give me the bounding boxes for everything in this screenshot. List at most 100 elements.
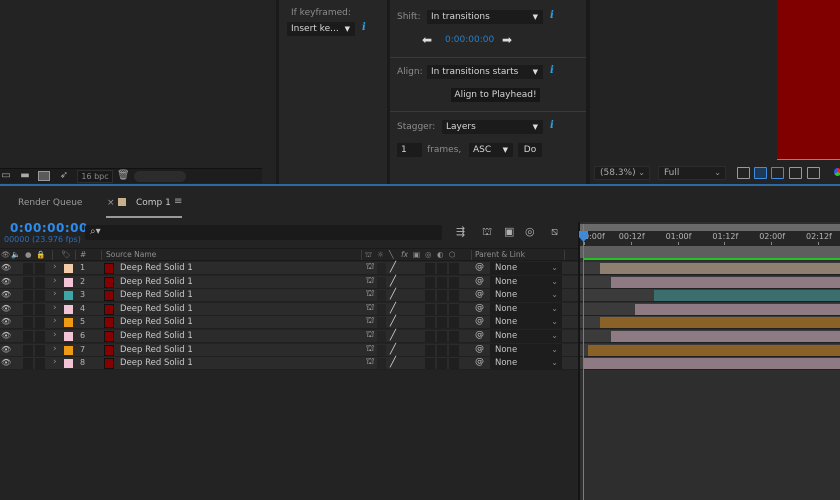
close-icon[interactable]: ×: [107, 198, 115, 208]
shift-left-arrow-icon[interactable]: ⬅: [422, 33, 432, 47]
pick-whip-icon[interactable]: @: [475, 289, 484, 299]
pick-whip-icon[interactable]: @: [475, 276, 484, 286]
composition-mini-flowchart-icon[interactable]: ⇶: [456, 226, 465, 238]
frame-blend-switch[interactable]: [425, 263, 435, 274]
current-time-display[interactable]: 0:00:00:00: [10, 221, 88, 235]
expand-chevron-icon[interactable]: ›: [53, 330, 57, 340]
effects-header-icon[interactable]: fx: [401, 250, 408, 259]
3d-layer-switch[interactable]: [449, 304, 459, 315]
lock-icon[interactable]: 🔒: [36, 250, 45, 259]
collapse-switch[interactable]: [377, 304, 386, 315]
bit-depth-button[interactable]: 16 bpc: [77, 170, 113, 183]
frame-blend-header-icon[interactable]: ▣: [413, 250, 420, 259]
expand-chevron-icon[interactable]: ›: [53, 289, 57, 299]
collapse-header-icon[interactable]: ☼: [377, 250, 384, 259]
solo-switch[interactable]: [23, 358, 33, 369]
layer-row[interactable]: 👁 › 3 Deep Red Solid 1 ⛫ ╱ @ None ⌄: [0, 289, 578, 302]
fast-previews-icon[interactable]: [737, 167, 750, 179]
label-color-swatch[interactable]: [64, 318, 73, 327]
solo-switch[interactable]: [23, 317, 33, 328]
composition-canvas[interactable]: [777, 0, 840, 160]
stagger-frames-input[interactable]: 1: [397, 143, 422, 157]
solo-switch[interactable]: [23, 345, 33, 356]
pick-whip-icon[interactable]: @: [475, 330, 484, 340]
label-tag-icon[interactable]: 🏷: [61, 250, 71, 259]
pick-whip-icon[interactable]: @: [475, 344, 484, 354]
3d-layer-switch[interactable]: [449, 331, 459, 342]
collapse-switch[interactable]: [377, 345, 386, 356]
info-icon[interactable]: i: [550, 120, 554, 131]
layer-name[interactable]: Deep Red Solid 1: [120, 263, 193, 273]
layer-name[interactable]: Deep Red Solid 1: [120, 277, 193, 287]
frame-blend-switch[interactable]: [425, 290, 435, 301]
transparency-grid-icon[interactable]: [754, 167, 767, 179]
layer-name[interactable]: Deep Red Solid 1: [120, 304, 193, 314]
layer-duration-bar[interactable]: [654, 290, 840, 301]
shy-switch-icon[interactable]: ⛫: [366, 303, 374, 314]
3d-layer-switch[interactable]: [449, 317, 459, 328]
motion-blur-switch[interactable]: [437, 304, 447, 315]
visibility-eye-icon[interactable]: 👁: [1, 331, 11, 340]
quality-switch-icon[interactable]: ╱: [390, 262, 396, 274]
expand-chevron-icon[interactable]: ›: [53, 344, 57, 354]
motion-blur-switch[interactable]: [437, 277, 447, 288]
tab-comp-1[interactable]: Comp 1: [136, 198, 171, 208]
shy-switch-icon[interactable]: ⛫: [366, 357, 374, 368]
parent-dropdown[interactable]: None ⌄: [490, 330, 562, 343]
time-ruler[interactable]: 0:00f 00:12f 01:00f 01:12f 02:00f 02:12f: [580, 231, 840, 246]
info-icon[interactable]: i: [362, 22, 366, 33]
collapse-switch[interactable]: [377, 263, 386, 274]
solo-switch[interactable]: [23, 290, 33, 301]
pick-whip-icon[interactable]: @: [475, 303, 484, 313]
collapse-switch[interactable]: [377, 277, 386, 288]
3d-layer-switch[interactable]: [449, 263, 459, 274]
label-color-swatch[interactable]: [64, 305, 73, 314]
layer-row[interactable]: 👁 › 7 Deep Red Solid 1 ⛫ ╱ @ None ⌄: [0, 344, 578, 357]
frame-blend-switch[interactable]: [425, 317, 435, 328]
label-color-swatch[interactable]: [64, 359, 73, 368]
resolution-dropdown[interactable]: Full ⌄: [658, 166, 726, 180]
layer-row[interactable]: 👁 › 4 Deep Red Solid 1 ⛫ ╱ @ None ⌄: [0, 303, 578, 316]
3d-layer-switch[interactable]: [449, 290, 459, 301]
pick-whip-icon[interactable]: @: [475, 262, 484, 272]
parent-dropdown[interactable]: None ⌄: [490, 262, 562, 275]
frame-blending-icon[interactable]: ▣: [504, 226, 514, 238]
3d-layer-switch[interactable]: [449, 277, 459, 288]
layer-duration-bar[interactable]: [584, 358, 840, 369]
motion-blur-switch[interactable]: [437, 317, 447, 328]
pick-whip-icon[interactable]: @: [475, 357, 484, 367]
frame-blend-switch[interactable]: [425, 331, 435, 342]
layer-name[interactable]: Deep Red Solid 1: [120, 331, 193, 341]
magnification-dropdown[interactable]: (58.3%) ⌄: [594, 166, 650, 180]
layer-duration-bar[interactable]: [611, 277, 840, 288]
shift-dropdown[interactable]: In transitions ▼: [427, 10, 543, 24]
label-color-swatch[interactable]: [64, 278, 73, 287]
3d-layer-switch[interactable]: [449, 345, 459, 356]
motion-blur-switch[interactable]: [437, 358, 447, 369]
visibility-eye-icon[interactable]: 👁: [1, 345, 11, 354]
do-button[interactable]: Do: [518, 143, 542, 157]
quality-switch-icon[interactable]: ╱: [390, 330, 396, 342]
visibility-eye-icon[interactable]: 👁: [1, 317, 11, 326]
layer-search-input[interactable]: ⌕▾: [85, 225, 442, 240]
stagger-dropdown[interactable]: Layers ▼: [442, 120, 543, 134]
info-icon[interactable]: i: [550, 10, 554, 21]
project-scrollbar[interactable]: [134, 171, 186, 182]
shift-right-arrow-icon[interactable]: ➡: [502, 33, 512, 47]
shy-switch-icon[interactable]: ⛫: [366, 316, 374, 327]
lock-switch[interactable]: [35, 304, 45, 315]
frame-blend-switch[interactable]: [425, 277, 435, 288]
visibility-eye-icon[interactable]: 👁: [1, 304, 11, 313]
info-icon[interactable]: i: [550, 65, 554, 76]
shy-switch-icon[interactable]: ⛫: [366, 289, 374, 300]
playhead-handle-icon[interactable]: [578, 231, 589, 243]
quality-switch-icon[interactable]: ╱: [390, 344, 396, 356]
motion-blur-switch[interactable]: [437, 331, 447, 342]
layer-name[interactable]: Deep Red Solid 1: [120, 345, 193, 355]
parent-dropdown[interactable]: None ⌄: [490, 289, 562, 302]
label-color-swatch[interactable]: [64, 264, 73, 273]
frame-blend-switch[interactable]: [425, 345, 435, 356]
solo-icon[interactable]: ●: [25, 250, 32, 259]
label-color-swatch[interactable]: [64, 291, 73, 300]
layer-duration-bar[interactable]: [599, 317, 840, 328]
